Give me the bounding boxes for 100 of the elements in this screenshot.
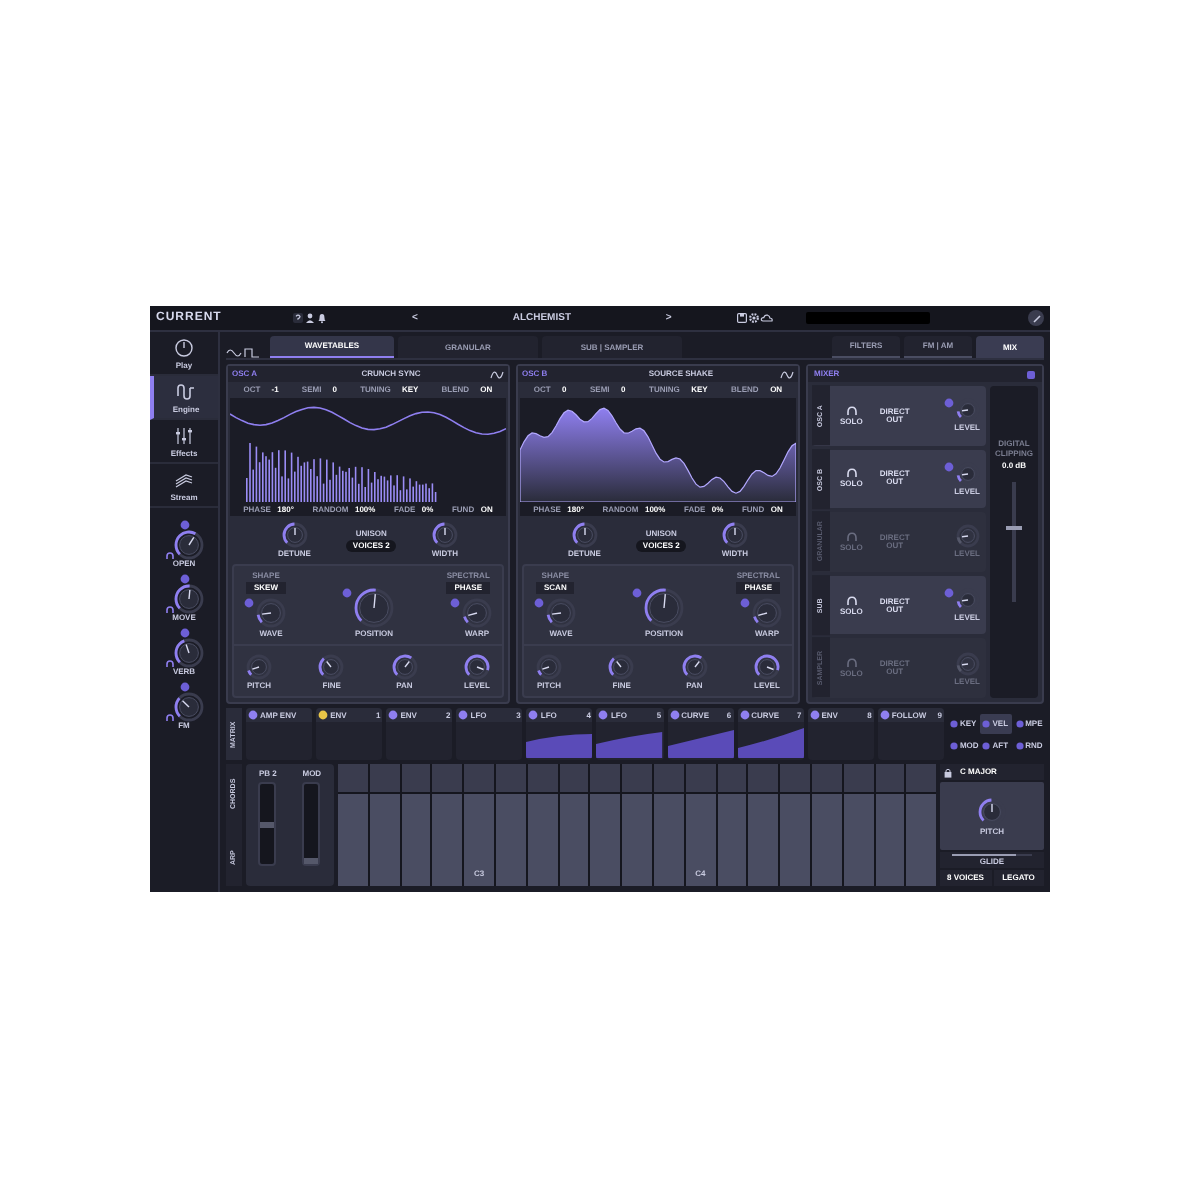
knob[interactable] [173,638,203,668]
bell-icon[interactable] [316,312,328,324]
knob[interactable] [681,654,708,680]
knob[interactable] [281,522,308,548]
help-icon[interactable] [292,312,304,324]
wheel-track[interactable] [258,782,277,866]
pad[interactable] [527,764,558,792]
headphones-icon [845,405,858,416]
edit-button[interactable] [1028,310,1044,326]
knob[interactable] [955,588,980,613]
pad[interactable] [748,764,779,792]
headphones-icon [845,595,858,606]
source-dot-icon [949,741,958,749]
square-wave-icon[interactable] [244,348,260,358]
piano-key[interactable] [875,794,905,886]
lock-icon[interactable] [944,767,952,777]
piano-key[interactable] [369,794,400,886]
cloud-icon[interactable] [759,312,774,324]
pad[interactable] [811,764,842,792]
modulation-dot-icon[interactable] [450,598,460,608]
piano-key[interactable] [653,794,684,886]
piano-key[interactable] [495,794,526,886]
link-icon[interactable] [165,552,173,560]
wheel-track[interactable] [302,782,321,866]
piano-key[interactable] [590,794,621,886]
modulation-dot-icon[interactable] [179,574,189,584]
wave-icon[interactable] [490,369,504,379]
output-meter [805,312,930,324]
modulation-dot-icon[interactable] [632,588,642,598]
pad[interactable] [559,764,589,792]
knob[interactable] [431,522,458,548]
knob[interactable] [571,522,598,548]
piano-key[interactable] [843,794,874,886]
knob[interactable] [173,530,203,560]
modulation-dot-icon[interactable] [244,598,254,608]
piano-key[interactable] [401,794,431,886]
sliders-icon [174,425,194,445]
knob[interactable] [644,588,684,628]
knob[interactable] [955,398,980,423]
knob[interactable] [536,654,562,680]
modulation-dot-icon[interactable] [944,398,955,409]
modulation-dot-icon[interactable] [342,588,352,598]
wheel-thumb[interactable] [304,858,319,864]
wheel-thumb[interactable] [260,822,275,828]
pad[interactable] [590,764,621,792]
knob[interactable] [173,692,203,722]
source-dot-icon [1015,741,1024,749]
link-icon[interactable] [165,606,173,614]
sine-wave-icon[interactable] [226,348,242,358]
source-dot-icon [982,719,991,727]
knob[interactable] [391,654,418,680]
dial-icon [174,337,194,357]
knob[interactable] [173,584,203,614]
modulation-dot-icon[interactable] [179,682,189,692]
piano-key[interactable] [748,794,779,886]
knob[interactable] [721,522,748,548]
modulation-dot-icon[interactable] [944,461,955,472]
expand-icon[interactable] [1026,369,1036,379]
knob[interactable] [462,598,492,628]
knob[interactable] [463,654,490,680]
piano-key[interactable] [432,794,463,886]
knob[interactable] [608,654,635,680]
pad[interactable] [432,764,463,792]
link-icon[interactable] [165,660,173,668]
pad[interactable] [653,764,684,792]
pad[interactable] [843,764,874,792]
modulation-dot-icon[interactable] [179,520,189,530]
piano-key[interactable] [811,794,842,886]
pad[interactable] [495,764,526,792]
link-icon[interactable] [165,714,173,722]
source-dot-icon [949,719,958,727]
modulation-dot-icon[interactable] [534,598,544,608]
pencil-icon [1031,313,1041,323]
knob[interactable] [318,654,345,680]
save-icon[interactable] [735,312,748,324]
modulation-dot-icon[interactable] [944,588,955,599]
pad[interactable] [401,764,431,792]
knob[interactable] [354,588,394,628]
modulation-dot-icon[interactable] [179,628,189,638]
knob[interactable] [256,598,286,628]
pad[interactable] [369,764,400,792]
piano-key[interactable] [906,794,937,886]
piano-key[interactable] [527,794,558,886]
knob[interactable] [546,598,576,628]
knob[interactable] [955,461,980,486]
modulation-dot-icon[interactable] [740,598,750,608]
knob[interactable] [752,598,782,628]
knob[interactable] [246,654,272,680]
pad[interactable] [717,764,747,792]
knob[interactable] [753,654,780,680]
piano-key[interactable] [559,794,589,886]
knob[interactable] [978,797,1006,825]
pad[interactable] [685,764,716,792]
source-dot-icon [982,741,991,749]
settings-icon[interactable] [747,312,760,324]
layers-icon [174,469,194,489]
headphones-icon [845,658,858,669]
pad[interactable] [875,764,905,792]
wave-icon[interactable] [780,369,794,379]
piano-key[interactable] [717,794,747,886]
